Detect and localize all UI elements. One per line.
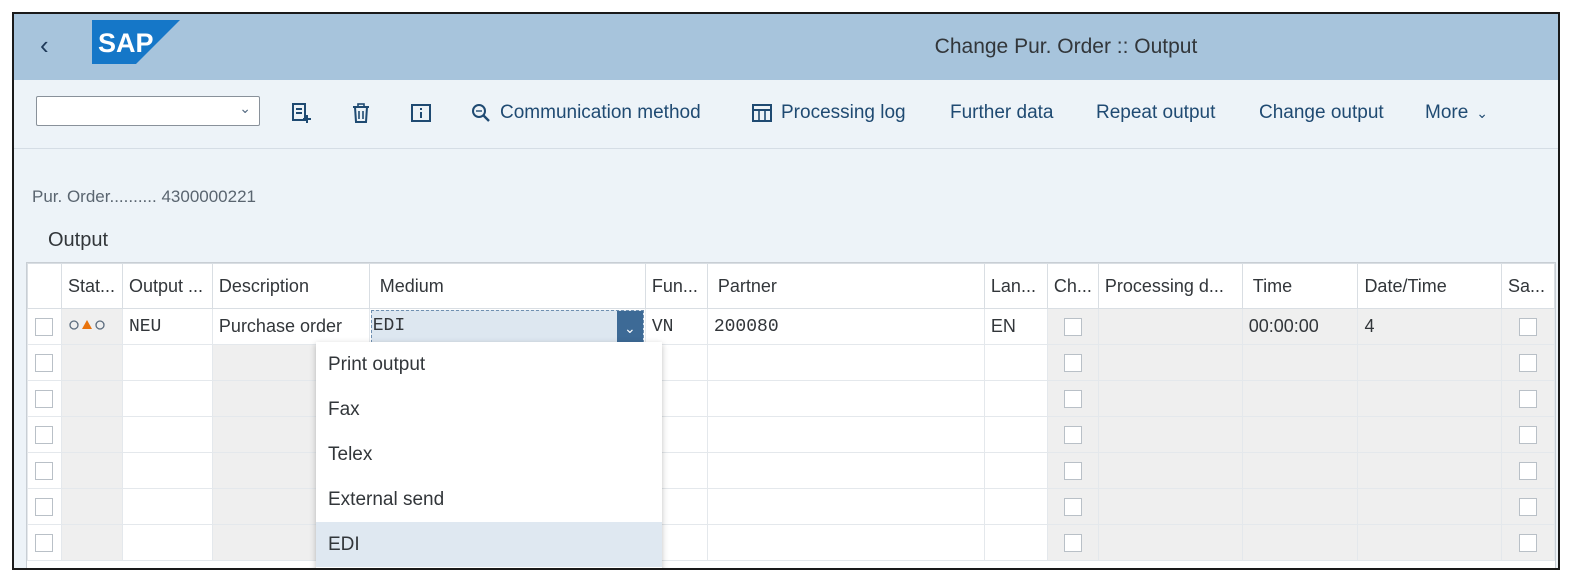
row-selector[interactable] xyxy=(27,308,62,345)
column-header[interactable]: Description xyxy=(211,263,370,309)
change-checkbox[interactable] xyxy=(1063,354,1082,373)
row-checkbox[interactable] xyxy=(35,426,54,445)
purchase-order-info: Pur. Order.......... 4300000221 xyxy=(32,187,256,207)
change-checkbox[interactable] xyxy=(1063,498,1082,517)
purchase-order-number: 4300000221 xyxy=(161,187,256,206)
table-row[interactable] xyxy=(27,416,1555,453)
row-checkbox[interactable] xyxy=(35,354,54,373)
sa-checkbox[interactable] xyxy=(1518,426,1537,445)
sa-checkbox[interactable] xyxy=(1518,498,1537,517)
output-table: Stat... Output ... Description Medium Fu… xyxy=(26,262,1556,568)
dropdown-option-fax[interactable]: Fax xyxy=(316,387,662,432)
page-title: Change Pur. Order :: Output xyxy=(934,35,1198,58)
communication-method-button[interactable]: Communication method xyxy=(470,98,701,128)
chevron-down-icon: ⌄ xyxy=(1476,104,1489,121)
dropdown-option-edi[interactable]: EDI xyxy=(316,522,662,567)
medium-value: EDI xyxy=(372,316,406,336)
select-all-header[interactable] xyxy=(27,263,62,309)
chevron-down-icon: ⌄ xyxy=(239,100,251,116)
column-header[interactable]: Partner xyxy=(706,263,985,309)
function-cell[interactable]: VN xyxy=(644,308,708,345)
change-output-button[interactable]: Change output xyxy=(1259,98,1384,128)
add-entry-button[interactable] xyxy=(290,98,312,128)
column-header[interactable]: Stat... xyxy=(60,263,123,309)
change-checkbox[interactable] xyxy=(1063,462,1082,481)
medium-select[interactable]: EDI ⌄ xyxy=(370,310,644,344)
log-table-icon xyxy=(752,104,772,122)
change-checkbox[interactable] xyxy=(1063,534,1082,553)
sa-cell xyxy=(1500,308,1555,345)
language-cell[interactable]: EN xyxy=(983,308,1048,345)
more-button[interactable]: More ⌄ xyxy=(1425,98,1488,128)
time-cell: 00:00:00 xyxy=(1241,308,1359,345)
change-cell xyxy=(1046,308,1099,345)
table-row[interactable] xyxy=(27,344,1555,381)
description-cell: Purchase order xyxy=(211,308,370,345)
table-row[interactable] xyxy=(27,452,1555,489)
change-checkbox[interactable] xyxy=(1063,318,1082,337)
row-checkbox[interactable] xyxy=(35,498,54,517)
change-checkbox[interactable] xyxy=(1063,426,1082,445)
column-header[interactable]: Ch... xyxy=(1046,263,1099,309)
chevron-down-icon[interactable]: ⌄ xyxy=(616,311,643,344)
dropdown-option-external-send[interactable]: External send xyxy=(316,477,662,522)
column-header[interactable]: Time xyxy=(1241,263,1359,309)
sa-checkbox[interactable] xyxy=(1518,354,1537,373)
shell-bar: ‹ SAP Change Pur. Order :: Output xyxy=(14,14,1558,80)
column-header[interactable]: Processing d... xyxy=(1097,263,1243,309)
column-header[interactable]: Medium xyxy=(368,263,646,309)
dropdown-option-telex[interactable]: Telex xyxy=(316,432,662,477)
purchase-order-label: Pur. Order.......... xyxy=(32,187,157,206)
table-row[interactable] xyxy=(27,380,1555,417)
column-header[interactable]: Date/Time xyxy=(1357,263,1502,309)
column-header[interactable]: Lan... xyxy=(983,263,1048,309)
app-window: ‹ SAP Change Pur. Order :: Output ⌄ Comm… xyxy=(12,12,1560,570)
add-row-icon xyxy=(292,103,311,123)
table-row[interactable] xyxy=(27,524,1555,561)
processing-date-cell xyxy=(1097,308,1243,345)
column-header[interactable]: Output ... xyxy=(121,263,213,309)
more-label: More xyxy=(1425,102,1469,123)
medium-dropdown-list: Print output Fax Telex External send EDI xyxy=(316,342,662,568)
column-header[interactable]: Fun... xyxy=(644,263,708,309)
status-cell xyxy=(60,308,123,345)
row-checkbox[interactable] xyxy=(35,534,54,553)
details-button[interactable] xyxy=(410,98,432,128)
sa-checkbox[interactable] xyxy=(1518,534,1537,553)
row-checkbox[interactable] xyxy=(35,462,54,481)
info-icon xyxy=(411,104,431,122)
processing-log-button[interactable]: Processing log xyxy=(751,98,906,128)
partner-cell[interactable]: 200080 xyxy=(706,308,985,345)
status-lights-icon xyxy=(69,320,105,330)
row-checkbox[interactable] xyxy=(35,318,54,337)
medium-cell[interactable]: EDI ⌄ xyxy=(368,308,646,345)
communication-method-label: Communication method xyxy=(500,102,701,123)
output-type-cell[interactable]: NEU xyxy=(121,308,213,345)
delete-button[interactable] xyxy=(350,98,372,128)
table-row[interactable] xyxy=(27,488,1555,525)
search-icon xyxy=(472,104,490,122)
sa-checkbox[interactable] xyxy=(1518,462,1537,481)
dropdown-option-print-output[interactable]: Print output xyxy=(316,342,662,387)
change-checkbox[interactable] xyxy=(1063,390,1082,409)
row-checkbox[interactable] xyxy=(35,390,54,409)
further-data-button[interactable]: Further data xyxy=(950,98,1054,128)
processing-log-label: Processing log xyxy=(781,102,906,123)
output-section-title: Output xyxy=(48,229,109,251)
output-type-combobox[interactable]: ⌄ xyxy=(36,96,260,126)
date-time-cell: 4 xyxy=(1357,308,1502,345)
sa-checkbox[interactable] xyxy=(1518,390,1537,409)
trash-icon xyxy=(353,103,369,123)
repeat-output-button[interactable]: Repeat output xyxy=(1096,98,1215,128)
column-header[interactable]: Sa... xyxy=(1500,263,1555,309)
table-row[interactable]: NEU Purchase order EDI ⌄ VN 200080 EN 00… xyxy=(27,308,1555,345)
table-header-row: Stat... Output ... Description Medium Fu… xyxy=(27,263,1555,309)
sa-checkbox[interactable] xyxy=(1518,318,1537,337)
toolbar: ⌄ Communication method Processing log Fu… xyxy=(14,80,1558,149)
